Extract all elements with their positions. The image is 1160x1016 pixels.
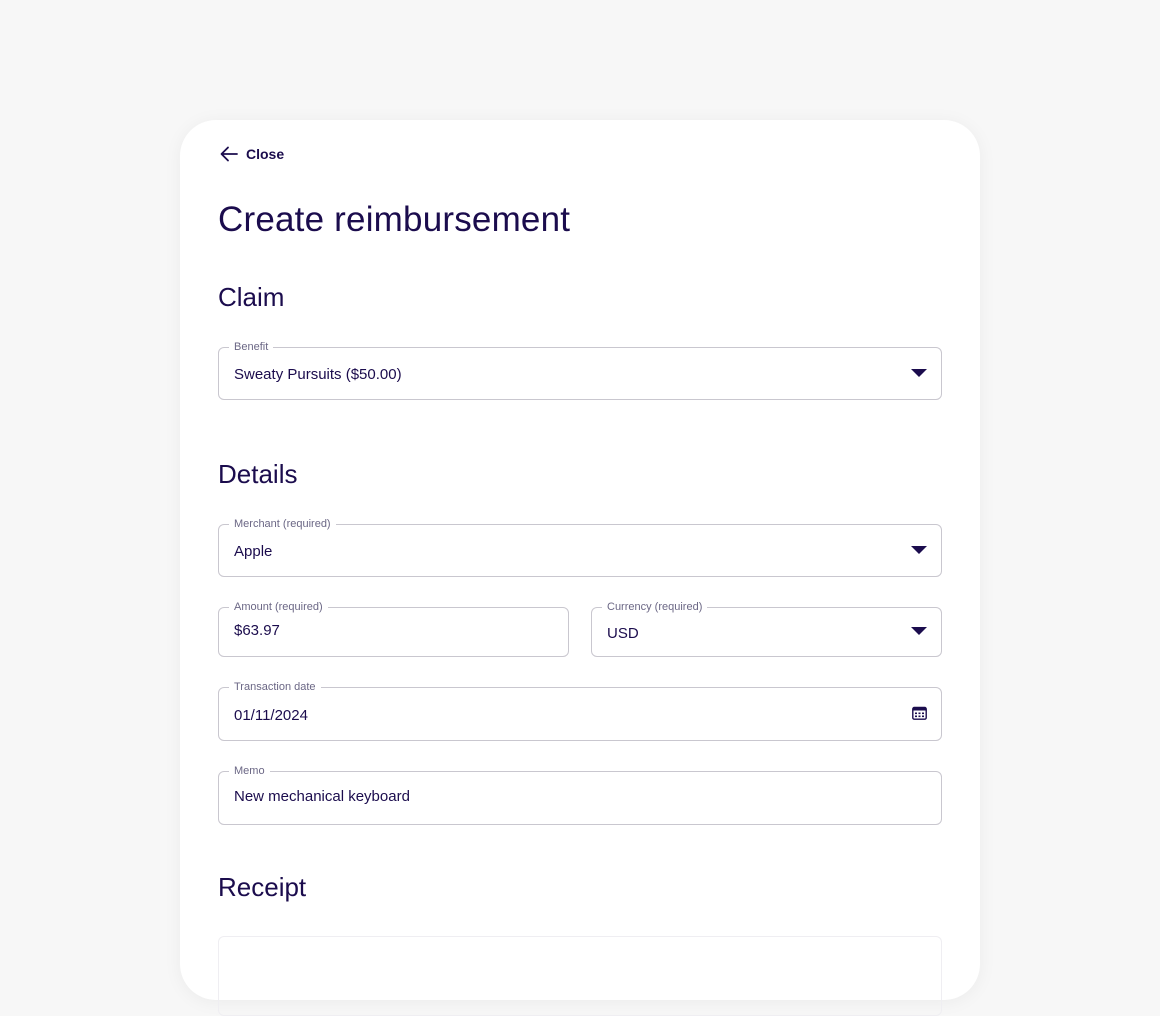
benefit-select[interactable]: Benefit Sweaty Pursuits ($50.00) [218, 340, 942, 400]
section-title-details: Details [218, 459, 298, 489]
section-title-receipt: Receipt [218, 872, 307, 902]
merchant-select[interactable]: Merchant (required) Apple [218, 517, 942, 577]
calendar-icon[interactable] [912, 706, 927, 720]
currency-select[interactable]: Currency (required) USD [591, 600, 942, 657]
close-button[interactable]: Close [220, 146, 284, 162]
caret-down-icon [911, 627, 927, 635]
currency-label: Currency (required) [602, 600, 708, 614]
merchant-label: Merchant (required) [229, 517, 336, 531]
memo-field[interactable]: Memo New mechanical keyboard [218, 764, 942, 825]
memo-label: Memo [229, 764, 270, 778]
section-title-claim: Claim [218, 282, 285, 312]
memo-value: New mechanical keyboard [234, 788, 410, 805]
amount-label: Amount (required) [229, 600, 328, 614]
benefit-label: Benefit [229, 340, 274, 354]
page-title: Create reimbursement [218, 200, 571, 239]
transaction-date-value: 01/11/2024 [234, 707, 308, 724]
amount-value: $63.97 [234, 622, 280, 639]
reimbursement-card: Close Create reimbursement Claim Benefit… [180, 120, 980, 1016]
currency-value: USD [607, 625, 639, 642]
amount-field[interactable]: Amount (required) $63.97 [218, 600, 569, 657]
benefit-value: Sweaty Pursuits ($50.00) [234, 366, 402, 383]
transaction-date-label: Transaction date [229, 680, 321, 694]
caret-down-icon [911, 369, 927, 377]
arrow-left-icon [220, 146, 238, 162]
caret-down-icon [911, 546, 927, 554]
close-label: Close [246, 146, 285, 162]
receipt-upload-area[interactable] [218, 936, 942, 1016]
transaction-date-field[interactable]: Transaction date 01/11/2024 [218, 680, 942, 741]
merchant-value: Apple [234, 543, 273, 560]
